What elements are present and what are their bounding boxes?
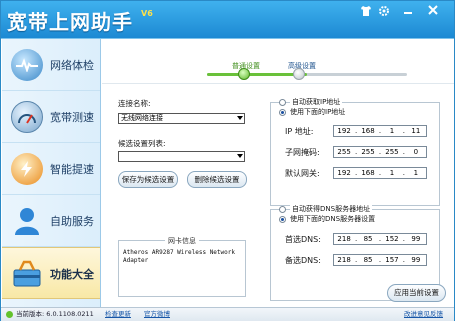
delete-preset-button[interactable]: 删除候选设置 [187,171,247,188]
version-badge: V6 [141,9,153,18]
title-bar: 宽带上网助手 V6 [1,1,454,38]
ip-address-field[interactable]: 192. 168. 1. 11 [333,125,427,137]
dns-manual-label: 使用下面的DNS服务器设置 [290,215,376,223]
speedup-icon [11,153,43,185]
speedometer-icon [11,101,43,133]
main-panel: 普通设置 高级设置 连接名称: 无线网络连接 候选设置列表: 保存为候选设置 删… [102,39,454,307]
netcard-title: 网卡信息 [165,236,199,246]
app-window: 宽带上网助手 V6 网络体检 宽带测速 智能提速 自助服务 功能大全 普通设置 … [0,0,455,321]
netcard-info-box: 网卡信息 Atheros AR9287 Wireless Network Ada… [118,236,246,297]
step-dot-advanced[interactable] [293,68,305,80]
sidebar-item-label: 自助服务 [50,215,94,228]
ip-auto-radio[interactable] [279,99,286,106]
user-service-icon [11,205,43,237]
ip-settings-group: 自动获取IP地址 使用下面的IP地址 IP 地址: 192. 168. 1. 1… [270,97,440,206]
sidebar-item-smart-speedup[interactable]: 智能提速 [2,143,100,195]
connection-label: 连接名称: [118,99,151,108]
step-indicator: 普通设置 高级设置 [102,39,454,80]
sidebar-item-network-check[interactable]: 网络体检 [2,39,100,91]
toolbox-icon [11,258,43,290]
minimize-icon[interactable] [401,5,415,19]
sidebar-item-label: 宽带测速 [50,111,94,124]
dns-auto-label: 自动获得DNS服务器地址 [290,204,373,214]
subnet-mask-label: 子网掩码: [285,148,320,157]
gateway-label: 默认网关: [285,169,320,178]
gateway-field[interactable]: 192. 168. 1. 1 [333,167,427,179]
primary-dns-label: 首选DNS: [285,235,321,244]
header-divider [102,83,454,84]
chevron-down-icon [237,116,243,120]
sidebar-item-label: 网络体检 [50,59,94,72]
connection-value: 无线网络连接 [121,114,163,122]
ip-auto-label: 自动获取IP地址 [290,97,343,107]
ip-manual-label: 使用下面的IP地址 [290,108,346,116]
sidebar-item-label: 智能提速 [50,163,94,176]
chevron-down-icon [237,154,243,158]
ip-manual-radio[interactable] [279,109,286,116]
version-text: 当前版本: 6.0.1108.0211 [16,310,94,318]
step-dot-basic[interactable] [238,68,250,80]
preset-select[interactable] [118,151,245,162]
primary-dns-field[interactable]: 218. 85. 152. 99 [333,233,427,245]
apply-settings-button[interactable]: 应用当前设置 [387,284,446,302]
preset-list-label: 候选设置列表: [118,139,166,148]
connection-select[interactable]: 无线网络连接 [118,113,245,124]
netcard-info-text: Atheros AR9287 Wireless Network Adapter [123,249,235,264]
sidebar-item-all-features[interactable]: 功能大全 [2,247,100,299]
secondary-dns-field[interactable]: 218. 85. 157. 99 [333,254,427,266]
dns-auto-radio[interactable] [279,206,286,213]
subnet-mask-field[interactable]: 255. 255. 255. 0 [333,146,427,158]
secondary-dns-label: 备选DNS: [285,256,321,265]
sidebar-item-speed-test[interactable]: 宽带测速 [2,91,100,143]
app-title: 宽带上网助手 [7,10,133,34]
dns-manual-radio[interactable] [279,216,286,223]
gear-icon[interactable] [377,5,391,19]
check-update-link[interactable]: 检查更新 [105,308,131,321]
ip-address-label: IP 地址: [285,127,314,136]
sidebar-item-label: 功能大全 [50,268,94,281]
status-bar: 当前版本: 6.0.1108.0211 检查更新 官方微博 改进意见反馈 [1,307,454,321]
official-weibo-link[interactable]: 官方微博 [144,308,170,321]
save-preset-button[interactable]: 保存为候选设置 [118,171,178,188]
step-progress-track [207,73,407,76]
sidebar: 网络体检 宽带测速 智能提速 自助服务 功能大全 [2,39,101,307]
close-icon[interactable] [426,5,440,19]
sidebar-item-self-service[interactable]: 自助服务 [2,195,100,247]
step-progress-fill [207,73,307,76]
heartbeat-icon [11,49,43,81]
tshirt-icon[interactable] [359,5,373,19]
status-ok-icon [6,311,13,318]
feedback-link[interactable]: 改进意见反馈 [404,308,443,321]
